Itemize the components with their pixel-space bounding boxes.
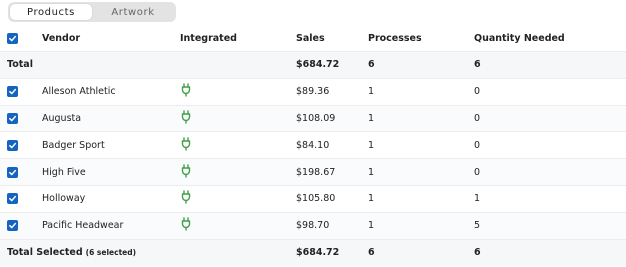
vendor-products-panel: Products Artwork Vendor Integrated Sales… — [0, 0, 626, 267]
vendor-sales: $105.80 — [296, 193, 336, 205]
vendor-sales: $84.10 — [296, 139, 330, 151]
vendor-name: Badger Sport — [42, 139, 105, 151]
vendor-name: Augusta — [42, 112, 82, 124]
row-checkbox[interactable] — [7, 159, 18, 185]
total-selected-label: Total Selected (6 selected) — [7, 240, 136, 267]
column-header-integrated[interactable]: Integrated — [180, 26, 237, 51]
table-row[interactable]: Alleson Athletic $89.36 1 0 — [0, 78, 626, 106]
row-checkbox[interactable] — [7, 132, 18, 158]
checkbox-checked-icon — [7, 193, 18, 205]
integrated-cell — [180, 106, 192, 132]
row-checkbox[interactable] — [7, 213, 18, 239]
vendor-quantity-needed: 1 — [474, 193, 481, 205]
vendor-rows: Alleson Athletic $89.36 1 0 Augusta $108.09 1 0… — [0, 78, 626, 240]
integrated-cell — [180, 186, 192, 212]
total-selected-text: Total Selected — [7, 247, 83, 259]
view-toggle: Products Artwork — [8, 2, 176, 22]
vendor-processes: 1 — [368, 112, 375, 124]
vendor-sales: $198.67 — [296, 166, 336, 178]
table-row[interactable]: Badger Sport $84.10 1 0 — [0, 132, 626, 160]
row-checkbox[interactable] — [7, 106, 18, 132]
total-processes: 6 — [368, 59, 375, 71]
table-row[interactable]: Holloway $105.80 1 1 — [0, 185, 626, 213]
vendor-sales: $98.70 — [296, 220, 330, 232]
vendor-processes: 1 — [368, 86, 375, 98]
table-row[interactable]: Pacific Headwear $98.70 1 5 — [0, 212, 626, 240]
tab-artwork[interactable]: Artwork — [92, 4, 174, 20]
vendor-processes: 1 — [368, 193, 375, 205]
vendor-name: Pacific Headwear — [42, 220, 124, 232]
total-sales: $684.72 — [296, 59, 340, 71]
column-header-quantity-needed[interactable]: Quantity Needed — [474, 26, 565, 51]
vendor-quantity-needed: 0 — [474, 112, 481, 124]
checkbox-checked-icon — [7, 220, 18, 232]
vendor-name: Holloway — [42, 193, 86, 205]
integrated-cell — [180, 159, 192, 185]
vendor-name: Alleson Athletic — [42, 86, 116, 98]
column-header-vendor[interactable]: Vendor — [42, 26, 80, 51]
row-checkbox[interactable] — [7, 79, 18, 105]
vendor-processes: 1 — [368, 166, 375, 178]
vendor-quantity-needed: 0 — [474, 139, 481, 151]
plug-icon — [180, 217, 192, 234]
plug-icon — [180, 190, 192, 207]
table-row[interactable]: Augusta $108.09 1 0 — [0, 105, 626, 133]
row-checkbox[interactable] — [7, 186, 18, 212]
integrated-cell — [180, 213, 192, 239]
vendor-table: Vendor Integrated Sales Processes Quanti… — [0, 26, 626, 267]
total-row: Total $684.72 6 6 — [0, 52, 626, 79]
tab-products[interactable]: Products — [10, 4, 92, 20]
column-header-processes[interactable]: Processes — [368, 26, 422, 51]
integrated-cell — [180, 79, 192, 105]
integrated-cell — [180, 132, 192, 158]
table-row[interactable]: High Five $198.67 1 0 — [0, 159, 626, 186]
total-quantity: 6 — [474, 59, 481, 71]
vendor-quantity-needed: 5 — [474, 220, 481, 232]
checkbox-checked-icon — [7, 86, 18, 98]
vendor-quantity-needed: 0 — [474, 166, 481, 178]
total-selected-sales: $684.72 — [296, 247, 340, 259]
checkbox-checked-icon — [7, 139, 18, 151]
checkbox-checked-icon — [7, 166, 18, 178]
checkbox-checked-icon — [7, 33, 18, 44]
total-selected-row: Total Selected (6 selected) $684.72 6 6 — [0, 239, 626, 267]
vendor-sales: $89.36 — [296, 86, 330, 98]
vendor-name: High Five — [42, 166, 86, 178]
checkbox-checked-icon — [7, 112, 18, 124]
total-selected-quantity: 6 — [474, 247, 481, 259]
total-label: Total — [7, 59, 33, 71]
table-header: Vendor Integrated Sales Processes Quanti… — [0, 26, 626, 52]
selected-count: (6 selected) — [85, 248, 137, 258]
plug-icon — [180, 83, 192, 100]
vendor-sales: $108.09 — [296, 112, 336, 124]
plug-icon — [180, 137, 192, 154]
plug-icon — [180, 163, 192, 181]
vendor-processes: 1 — [368, 139, 375, 151]
total-selected-processes: 6 — [368, 247, 375, 259]
column-header-sales[interactable]: Sales — [296, 26, 325, 51]
vendor-quantity-needed: 0 — [474, 86, 481, 98]
plug-icon — [180, 110, 192, 127]
select-all-checkbox[interactable] — [7, 26, 18, 51]
vendor-processes: 1 — [368, 220, 375, 232]
